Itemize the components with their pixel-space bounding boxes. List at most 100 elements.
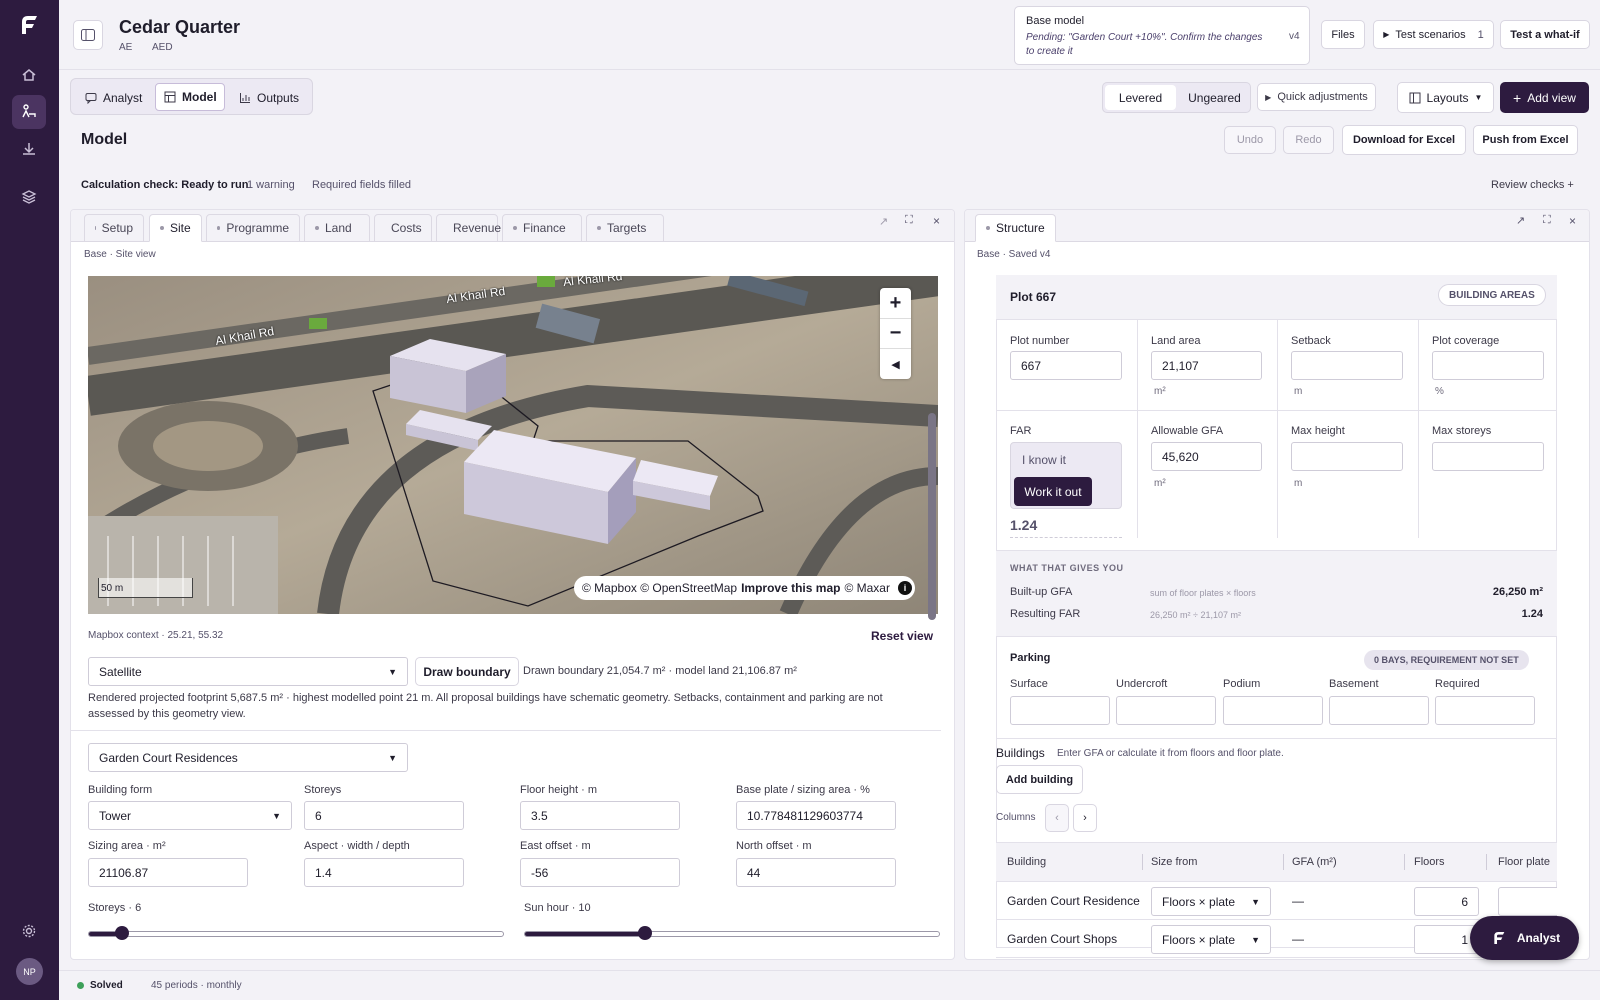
download-excel-button[interactable]: Download for Excel bbox=[1342, 125, 1466, 155]
size-from-select[interactable]: Floors × plate ▼ bbox=[1151, 925, 1271, 954]
max-height-input[interactable] bbox=[1291, 442, 1403, 471]
column-header[interactable]: Floor plate bbox=[1498, 856, 1550, 868]
tab-outputs[interactable]: Outputs bbox=[231, 84, 309, 111]
parking-undercroft-input[interactable] bbox=[1116, 696, 1216, 725]
east-offset-input[interactable]: -56 bbox=[520, 858, 680, 887]
pop-out-icon[interactable]: ↗ bbox=[879, 215, 888, 228]
levered-toggle: Levered Ungeared bbox=[1102, 82, 1251, 113]
tab-dot bbox=[160, 226, 164, 230]
pop-out-icon[interactable]: ↗ bbox=[1516, 214, 1525, 227]
avatar[interactable]: NP bbox=[16, 958, 43, 985]
tab-targets[interactable]: Targets bbox=[586, 214, 664, 242]
quick-adjustments-button[interactable]: ▶ Quick adjustments bbox=[1257, 83, 1376, 111]
size-from-select[interactable]: Floors × plate ▼ bbox=[1151, 887, 1271, 916]
analyst-chat-button[interactable]: Analyst bbox=[1470, 916, 1579, 960]
info-icon[interactable]: i bbox=[897, 581, 912, 595]
parking-podium-input[interactable] bbox=[1223, 696, 1323, 725]
mode-tabs: Analyst Model Outputs bbox=[70, 78, 313, 115]
building-areas-badge[interactable]: BUILDING AREAS bbox=[1438, 284, 1546, 306]
calc-warnings[interactable]: 1 warning bbox=[247, 179, 295, 191]
building-form-select[interactable]: Tower ▼ bbox=[88, 801, 292, 830]
tab-programme[interactable]: Programme bbox=[206, 214, 300, 242]
column-header[interactable]: Size from bbox=[1151, 856, 1197, 868]
tab-site[interactable]: Site bbox=[149, 214, 202, 242]
parking-basement-input[interactable] bbox=[1329, 696, 1429, 725]
column-header[interactable]: Building bbox=[1007, 856, 1046, 868]
tab-costs[interactable]: Costs bbox=[374, 214, 432, 242]
expand-icon[interactable]: ⛶ bbox=[905, 214, 913, 227]
far-know-option[interactable]: I know it bbox=[1022, 453, 1066, 467]
tab-land[interactable]: Land bbox=[304, 214, 370, 242]
slider-thumb[interactable] bbox=[115, 926, 130, 940]
add-building-button[interactable]: Add building bbox=[996, 765, 1083, 794]
land-area-input[interactable]: 21,107 bbox=[1151, 351, 1262, 380]
map-context: Mapbox context · 25.21, 55.32 bbox=[88, 630, 224, 641]
tab-model[interactable]: Model bbox=[155, 83, 225, 111]
layers-icon[interactable] bbox=[14, 182, 44, 212]
column-header[interactable]: GFA (m²) bbox=[1292, 856, 1337, 868]
app-logo[interactable] bbox=[14, 10, 44, 40]
floor-height-input[interactable]: 3.5 bbox=[520, 801, 680, 830]
slider-thumb[interactable] bbox=[638, 926, 653, 940]
scrollbar[interactable] bbox=[928, 413, 936, 620]
tab-setup[interactable]: Setup bbox=[84, 214, 144, 242]
base-plate-input[interactable]: 10.778481129603774 bbox=[736, 801, 896, 830]
allowable-gfa-input[interactable]: 45,620 bbox=[1151, 442, 1262, 471]
layouts-button[interactable]: Layouts ▼ bbox=[1397, 82, 1494, 113]
zoom-out-button[interactable]: − bbox=[880, 318, 911, 348]
improve-map-link[interactable]: Improve this map bbox=[741, 581, 840, 595]
reset-view-button[interactable]: Reset view bbox=[871, 629, 933, 643]
far-work-it-out-button[interactable]: Work it out bbox=[1014, 477, 1092, 506]
building-select[interactable]: Garden Court Residences ▼ bbox=[88, 743, 408, 772]
draw-boundary-button[interactable]: Draw boundary bbox=[415, 657, 519, 686]
table-row[interactable]: Garden Court Residences Floors × plate ▼ … bbox=[996, 882, 1557, 920]
close-icon[interactable]: × bbox=[933, 214, 940, 228]
parking-required-input[interactable] bbox=[1435, 696, 1535, 725]
test-scenarios-button[interactable]: ▶ Test scenarios 1 bbox=[1373, 20, 1494, 49]
add-view-button[interactable]: + Add view bbox=[1500, 82, 1589, 113]
columns-prev-button[interactable]: ‹ bbox=[1045, 804, 1069, 832]
tab-revenue[interactable]: Revenue bbox=[436, 214, 501, 242]
close-icon[interactable]: × bbox=[1569, 214, 1576, 228]
tab-structure[interactable]: Structure bbox=[975, 214, 1056, 242]
chevron-down-icon: ▼ bbox=[1251, 934, 1260, 945]
tab-analyst[interactable]: Analyst bbox=[77, 84, 151, 111]
files-button[interactable]: Files bbox=[1321, 20, 1365, 49]
storeys-input[interactable]: 6 bbox=[304, 801, 464, 830]
home-icon[interactable] bbox=[14, 60, 44, 90]
max-storeys-input[interactable] bbox=[1432, 442, 1544, 471]
storeys-slider[interactable] bbox=[88, 926, 504, 940]
coverage-input[interactable] bbox=[1432, 351, 1544, 380]
floors-input[interactable]: 6 bbox=[1414, 887, 1479, 916]
tab-finance[interactable]: Finance bbox=[502, 214, 582, 242]
test-what-if-button[interactable]: Test a what-if bbox=[1500, 20, 1590, 49]
push-excel-button[interactable]: Push from Excel bbox=[1473, 125, 1578, 155]
columns-next-button[interactable]: › bbox=[1073, 804, 1097, 832]
undo-button[interactable]: Undo bbox=[1224, 126, 1276, 154]
aspect-input[interactable]: 1.4 bbox=[304, 858, 464, 887]
column-header[interactable]: Floors bbox=[1414, 856, 1445, 868]
compass-icon[interactable]: ◀ bbox=[880, 348, 911, 379]
site-map[interactable]: Al Khail Rd Al Khail Rd Al Khail Rd + − … bbox=[88, 276, 938, 614]
ungeared-option[interactable]: Ungeared bbox=[1179, 85, 1250, 110]
redo-button[interactable]: Redo bbox=[1283, 126, 1334, 154]
gear-icon[interactable] bbox=[14, 916, 44, 946]
download-icon[interactable] bbox=[14, 134, 44, 164]
bar-chart-icon bbox=[240, 92, 250, 103]
expand-icon[interactable]: ⛶ bbox=[1543, 214, 1551, 227]
site-model-icon[interactable] bbox=[12, 95, 46, 129]
setback-input[interactable] bbox=[1291, 351, 1403, 380]
parking-surface-input[interactable] bbox=[1010, 696, 1110, 725]
project-title: Cedar Quarter bbox=[119, 17, 241, 37]
floor-plate-input[interactable] bbox=[1498, 887, 1557, 916]
sizing-area-input[interactable]: 21106.87 bbox=[88, 858, 248, 887]
levered-option[interactable]: Levered bbox=[1105, 85, 1176, 110]
sidebar-toggle-button[interactable] bbox=[73, 20, 103, 50]
zoom-in-button[interactable]: + bbox=[880, 288, 911, 318]
north-offset-input[interactable]: 44 bbox=[736, 858, 896, 887]
basemap-select[interactable]: Satellite ▼ bbox=[88, 657, 408, 686]
review-checks-link[interactable]: Review checks + bbox=[1491, 179, 1574, 191]
base-model-card[interactable]: Base model Pending: "Garden Court +10%".… bbox=[1014, 6, 1310, 65]
plot-number-input[interactable]: 667 bbox=[1010, 351, 1122, 380]
sun-hour-slider[interactable] bbox=[524, 926, 940, 940]
